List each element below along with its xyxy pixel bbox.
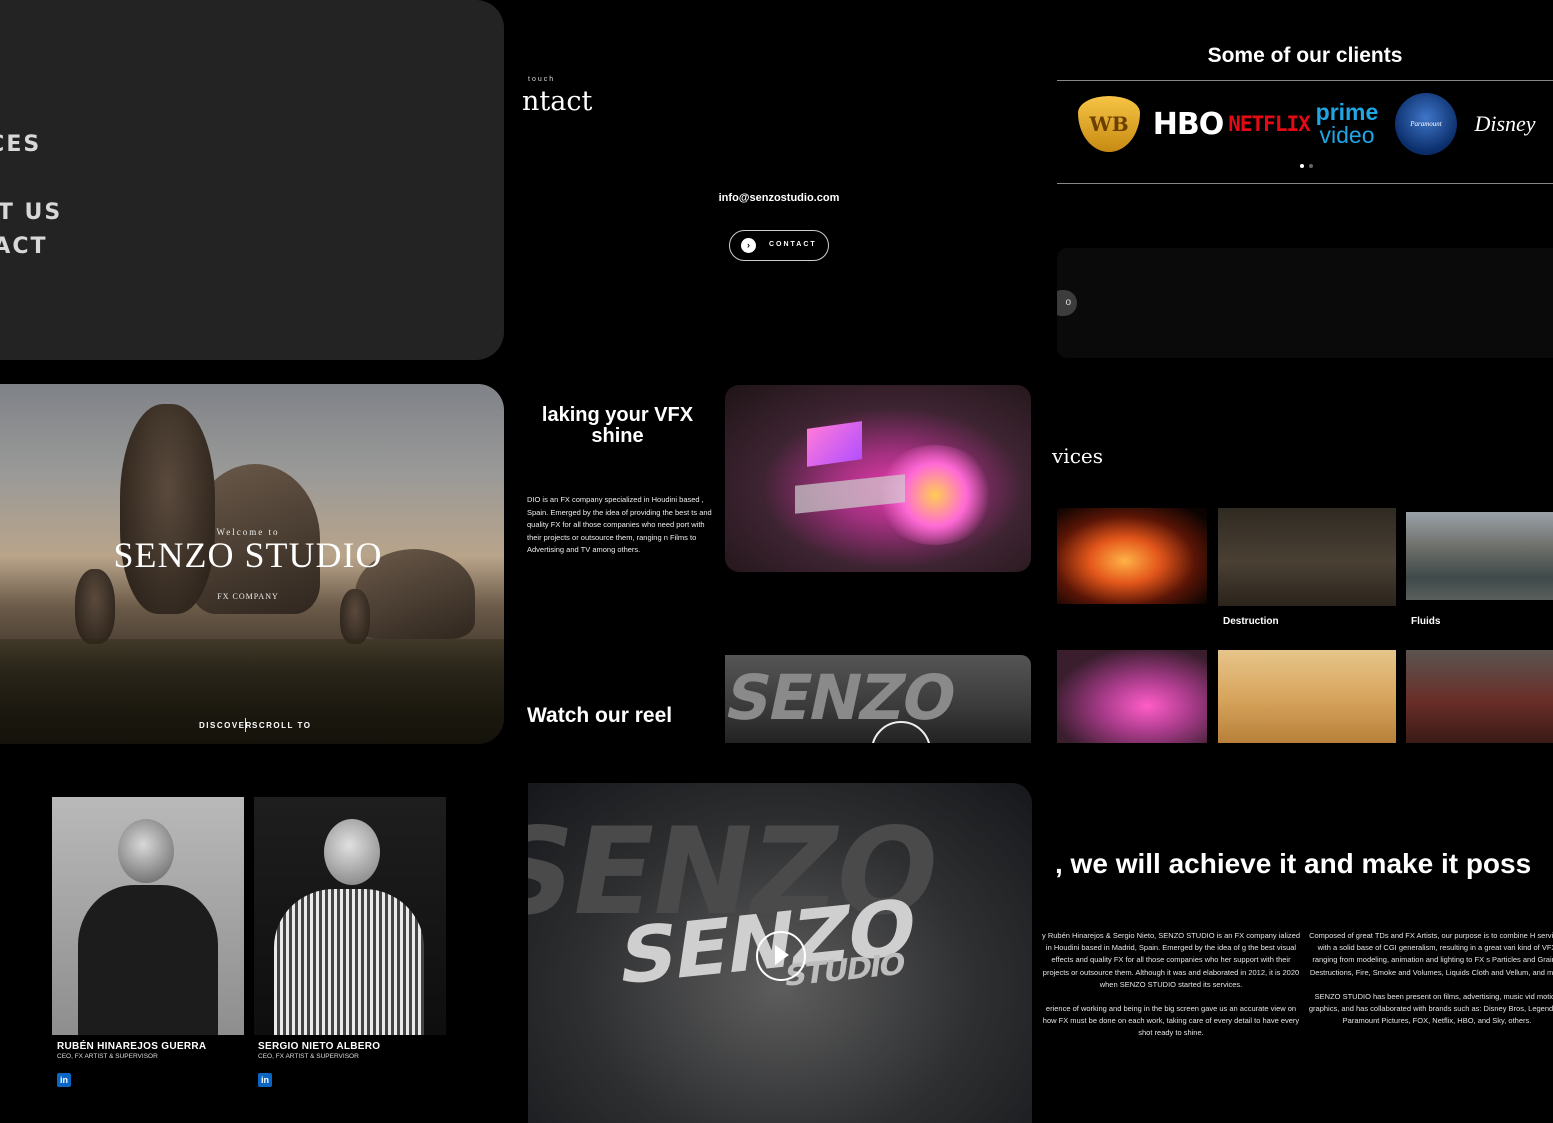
service-label-destruction[interactable]: Destruction	[1223, 616, 1279, 627]
about-column-right: Composed of great TDs and FX Artists, ou…	[1306, 930, 1553, 1039]
contact-button[interactable]: › CONTACT	[729, 230, 829, 261]
team-photo-body	[78, 885, 218, 1035]
scroll-to-link[interactable]: SCROLL TO	[252, 721, 311, 730]
team-photo-head	[324, 819, 380, 885]
hero-bird-small	[75, 569, 115, 644]
strip-button[interactable]: o	[1057, 290, 1077, 316]
about-left-paragraph-2: erience of working and being in the big …	[1042, 1004, 1300, 1038]
intro-title: laking your VFX shine	[520, 405, 715, 447]
about-right-paragraph-1: Composed of great TDs and FX Artists, ou…	[1309, 931, 1553, 977]
reel-title: Watch our reel	[527, 704, 673, 727]
service-sand-image[interactable]	[1218, 650, 1396, 743]
linkedin-icon[interactable]: in	[258, 1073, 272, 1087]
hero-divider	[245, 718, 246, 732]
hero-title: SENZO STUDIO	[113, 535, 383, 575]
play-icon[interactable]	[756, 931, 806, 981]
menu-item-about-us[interactable]: UT US	[0, 196, 62, 230]
team-role-sergio: CEO, FX ARTIST & SUPERVISOR	[258, 1053, 359, 1060]
team-photo-body	[274, 889, 424, 1035]
chevron-right-icon: ›	[741, 238, 756, 253]
team-role-ruben: CEO, FX ARTIST & SUPERVISOR	[57, 1053, 158, 1060]
prime-video-logo-line-1: prime	[1315, 99, 1379, 125]
services-title: vices	[1052, 444, 1103, 468]
main-menu: E ICES UT US TACT	[0, 94, 62, 264]
prime-video-logo-line-2: video	[1319, 122, 1375, 148]
team-name-sergio: SERGIO NIETO ALBERO	[258, 1041, 381, 1052]
hero-section: Welcome to SENZO STUDIO FX COMPANY DISCO…	[0, 384, 504, 744]
clients-divider-top	[1057, 80, 1553, 81]
dark-strip: o	[1057, 248, 1553, 358]
intro-title-line-1: laking your VFX	[541, 404, 694, 426]
netflix-logo: NETFLIX	[1228, 112, 1311, 136]
carousel-dot[interactable]	[1309, 164, 1313, 168]
reel-video-player[interactable]: SENZO SENZO STUDIO	[528, 783, 1032, 1123]
paramount-logo: Paramount	[1393, 93, 1459, 155]
contact-kicker: touch	[528, 76, 556, 83]
team-photo-sergio	[254, 797, 446, 1035]
linkedin-icon[interactable]: in	[57, 1073, 71, 1087]
carousel-dot-active[interactable]	[1300, 164, 1304, 168]
prime-video-logo: prime video	[1310, 98, 1384, 150]
service-crowd-image[interactable]	[1406, 650, 1553, 743]
hero-subtitle: FX COMPANY	[217, 592, 279, 601]
menu-item-contact[interactable]: TACT	[0, 230, 62, 264]
reel-thumbnail[interactable]: SENZO	[725, 655, 1031, 743]
hero-bird-main	[120, 404, 215, 614]
service-particles-image[interactable]	[1057, 650, 1207, 743]
service-fire-image[interactable]	[1057, 508, 1207, 604]
menu-item-home[interactable]: E	[0, 94, 62, 128]
about-left-paragraph-1: y Rubén Hinarejos & Sergio Nieto, SENZO …	[1041, 931, 1301, 989]
vfx-tv-screen	[807, 421, 862, 467]
contact-email-link[interactable]: info@senzostudio.com	[680, 192, 878, 204]
service-label-fluids[interactable]: Fluids	[1411, 616, 1440, 627]
disney-logo: Disney	[1474, 111, 1536, 136]
team-photo-head	[118, 819, 174, 883]
menu-panel: E ICES UT US TACT	[0, 0, 504, 360]
about-headline: , we will achieve it and make it poss	[1055, 848, 1532, 879]
clients-title: Some of our clients	[1207, 44, 1403, 67]
team-photo-ruben	[52, 797, 244, 1035]
service-destruction-image[interactable]	[1218, 508, 1396, 606]
contact-title: ntact	[522, 86, 593, 117]
clients-divider-bottom	[1057, 183, 1553, 184]
warner-bros-logo: WB	[1076, 96, 1142, 152]
hbo-logo: HBO	[1152, 106, 1224, 142]
service-fluids-image[interactable]	[1406, 512, 1553, 600]
reel-thumb-logo-text: SENZO	[725, 661, 962, 734]
team-name-ruben: RUBÉN HINAREJOS GUERRA	[57, 1041, 207, 1052]
intro-body: DIO is an FX company specialized in Houd…	[527, 495, 712, 554]
wb-shield-icon: WB	[1078, 96, 1140, 152]
vfx-showcase-image	[725, 385, 1031, 572]
contact-button-label: CONTACT	[769, 241, 817, 248]
menu-item-services[interactable]: ICES	[0, 128, 62, 162]
about-right-paragraph-2: SENZO STUDIO has been present on films, …	[1308, 991, 1553, 1026]
menu-item-spacer	[0, 162, 62, 196]
intro-title-line-2: shine	[591, 425, 644, 447]
about-column-left: y Rubén Hinarejos & Sergio Nieto, SENZO …	[1040, 930, 1302, 1052]
paramount-mountain-icon: Paramount	[1395, 93, 1457, 155]
